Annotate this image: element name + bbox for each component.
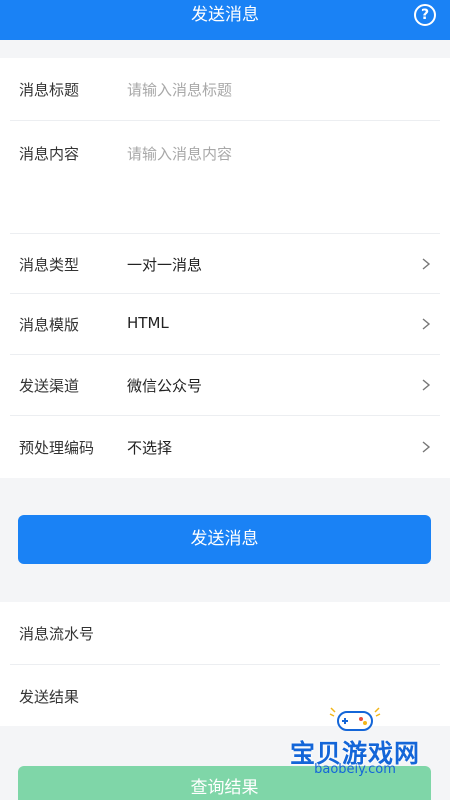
serial-label: 消息流水号 <box>19 625 95 643</box>
channel-label: 发送渠道 <box>19 377 80 395</box>
content-input[interactable]: 请输入消息内容 <box>127 143 232 164</box>
send-result-label: 发送结果 <box>19 688 80 706</box>
channel-row[interactable]: 发送渠道 微信公众号 <box>10 355 440 416</box>
type-value: 一对一消息 <box>127 256 203 274</box>
send-message-button[interactable]: 发送消息 <box>18 515 431 564</box>
type-label: 消息类型 <box>19 256 80 274</box>
template-row[interactable]: 消息模版 HTML <box>10 294 440 355</box>
title-row: 消息标题 请输入消息标题 <box>10 58 440 121</box>
title-input[interactable]: 请输入消息标题 <box>127 79 232 100</box>
precode-label: 预处理编码 <box>19 439 95 457</box>
type-row[interactable]: 消息类型 一对一消息 <box>10 234 440 294</box>
template-label: 消息模版 <box>19 316 80 334</box>
content-row: 消息内容 请输入消息内容 <box>10 121 440 234</box>
channel-value: 微信公众号 <box>127 377 203 395</box>
watermark-url: baobeiy.com <box>314 762 396 777</box>
chevron-right-icon <box>422 257 431 270</box>
chevron-right-icon <box>422 441 431 453</box>
app-header: 发送消息 ? <box>0 0 450 40</box>
message-form-card: 消息标题 请输入消息标题 消息内容 请输入消息内容 消息类型 一对一消息 消息模… <box>0 58 450 478</box>
precode-row[interactable]: 预处理编码 不选择 <box>10 416 440 478</box>
chevron-right-icon <box>422 318 431 330</box>
page-title: 发送消息 <box>191 5 259 25</box>
watermark: 宝贝游戏网 baobeiy.com <box>280 700 430 780</box>
gamepad-icon <box>329 707 381 731</box>
chevron-right-icon <box>422 379 431 391</box>
precode-value: 不选择 <box>127 439 173 457</box>
title-label: 消息标题 <box>19 81 80 99</box>
serial-row: 消息流水号 <box>10 602 440 665</box>
template-value: HTML <box>127 314 169 332</box>
help-icon[interactable]: ? <box>414 4 436 26</box>
content-label: 消息内容 <box>19 145 80 163</box>
